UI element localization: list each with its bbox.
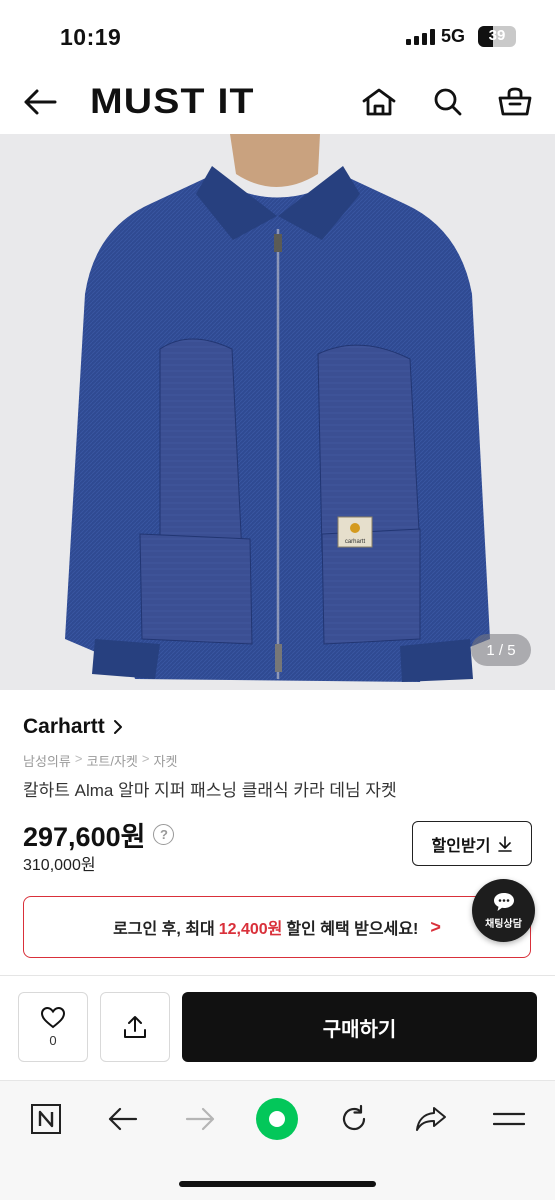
price-row: 297,600원 ? <box>23 815 175 854</box>
coupon-button-label: 할인받기 <box>431 837 491 855</box>
banner-suffix: 할인 혜택 받으세요! <box>286 921 419 938</box>
breadcrumb-separator-icon: > <box>74 751 83 766</box>
buy-button[interactable]: 구매하기 <box>182 992 537 1062</box>
back-arrow-icon[interactable] <box>22 84 58 120</box>
like-button[interactable]: 0 <box>18 992 88 1062</box>
share-icon <box>124 1016 146 1038</box>
green-home-icon[interactable] <box>255 1097 299 1141</box>
download-icon <box>498 835 513 852</box>
status-time: 10:19 <box>60 24 122 50</box>
image-counter: 1 / 5 <box>471 634 531 666</box>
signal-icon <box>406 29 435 45</box>
network-label: 5G <box>441 26 466 46</box>
reload-icon[interactable] <box>332 1097 376 1141</box>
section-divider <box>0 975 555 976</box>
share-button[interactable] <box>100 992 170 1062</box>
original-price: 310,000원 <box>23 857 96 874</box>
coupon-download-button[interactable]: 할인받기 <box>412 821 532 866</box>
menu-icon[interactable] <box>487 1097 531 1141</box>
chevron-right-icon <box>113 720 122 734</box>
price-help-icon[interactable]: ? <box>153 824 175 845</box>
product-photo: carhartt <box>0 134 555 690</box>
brand-name: Carhartt <box>23 715 105 738</box>
search-icon[interactable] <box>430 84 466 120</box>
breadcrumb-item-2[interactable]: 코트/자켓 <box>86 751 137 770</box>
chevron-right-icon: > <box>430 916 441 937</box>
chat-label: 채팅상담 <box>485 919 522 930</box>
forward-icon[interactable] <box>178 1097 222 1141</box>
like-count: 0 <box>49 1033 57 1048</box>
breadcrumb-item-1[interactable]: 남성의류 <box>23 751 71 770</box>
app-logo[interactable]: MUST IT <box>90 82 255 122</box>
heart-icon <box>40 1006 66 1029</box>
battery-level: 39 <box>488 27 506 44</box>
sale-price: 297,600원 <box>23 822 146 852</box>
battery-icon: 39 <box>478 26 516 47</box>
cart-icon[interactable] <box>497 84 533 120</box>
status-bar: 10:19 5G 39 <box>0 0 555 72</box>
home-indicator <box>179 1181 376 1187</box>
brand-label: carhartt <box>345 539 366 545</box>
breadcrumb-item-3[interactable]: 자켓 <box>153 751 177 770</box>
home-icon[interactable] <box>360 84 398 120</box>
banner-prefix: 로그인 후, 최대 <box>113 921 215 938</box>
login-discount-banner[interactable]: 로그인 후, 최대 12,400원 할인 혜택 받으세요! > <box>23 896 531 958</box>
product-image-gallery[interactable]: carhartt 1 / 5 <box>0 134 555 690</box>
banner-amount: 12,400원 <box>218 921 283 938</box>
chat-bubble-icon <box>493 893 514 911</box>
breadcrumb: 남성의류 > 코트/자켓 > 자켓 <box>23 751 177 770</box>
chat-consult-button[interactable]: 채팅상담 <box>472 879 535 942</box>
brand-link[interactable]: Carhartt <box>23 715 123 739</box>
naver-n-icon[interactable] <box>24 1097 68 1141</box>
product-title: 칼하트 Alma 알마 지퍼 패스닝 클래식 카라 데님 자켓 <box>23 781 397 800</box>
back-icon[interactable] <box>101 1097 145 1141</box>
share-icon[interactable] <box>409 1097 453 1141</box>
app-header: MUST IT <box>0 72 555 134</box>
breadcrumb-separator-icon: > <box>141 751 150 766</box>
